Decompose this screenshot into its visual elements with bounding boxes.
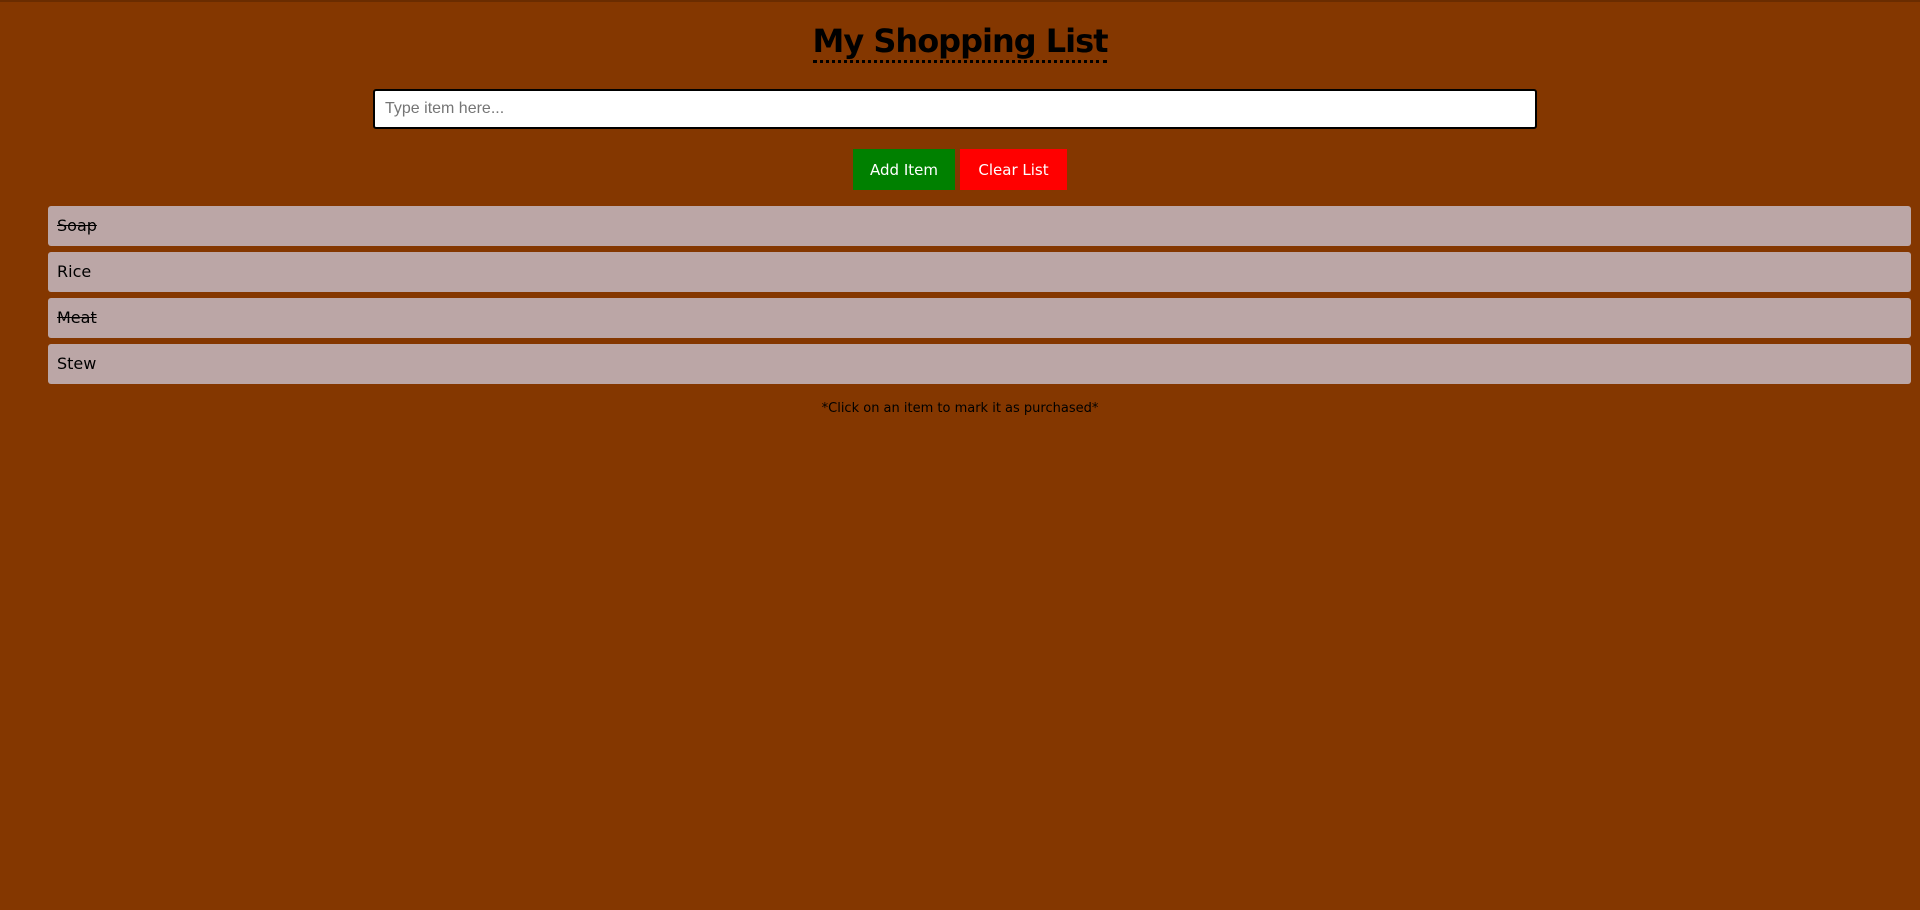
clear-list-button[interactable]: Clear List (960, 149, 1067, 190)
page-title-wrapper: My Shopping List (0, 22, 1920, 63)
page-title: My Shopping List (812, 22, 1108, 63)
list-item-2[interactable]: Meat (48, 298, 1911, 338)
shopping-list: Soap Rice Meat Stew (48, 206, 1911, 390)
list-item-1[interactable]: Rice (48, 252, 1911, 292)
add-item-button[interactable]: Add Item (853, 149, 955, 190)
list-item-3[interactable]: Stew (48, 344, 1911, 384)
instruction-hint: *Click on an item to mark it as purchase… (821, 401, 1099, 416)
list-item-0[interactable]: Soap (48, 206, 1911, 246)
item-input[interactable] (373, 89, 1537, 129)
